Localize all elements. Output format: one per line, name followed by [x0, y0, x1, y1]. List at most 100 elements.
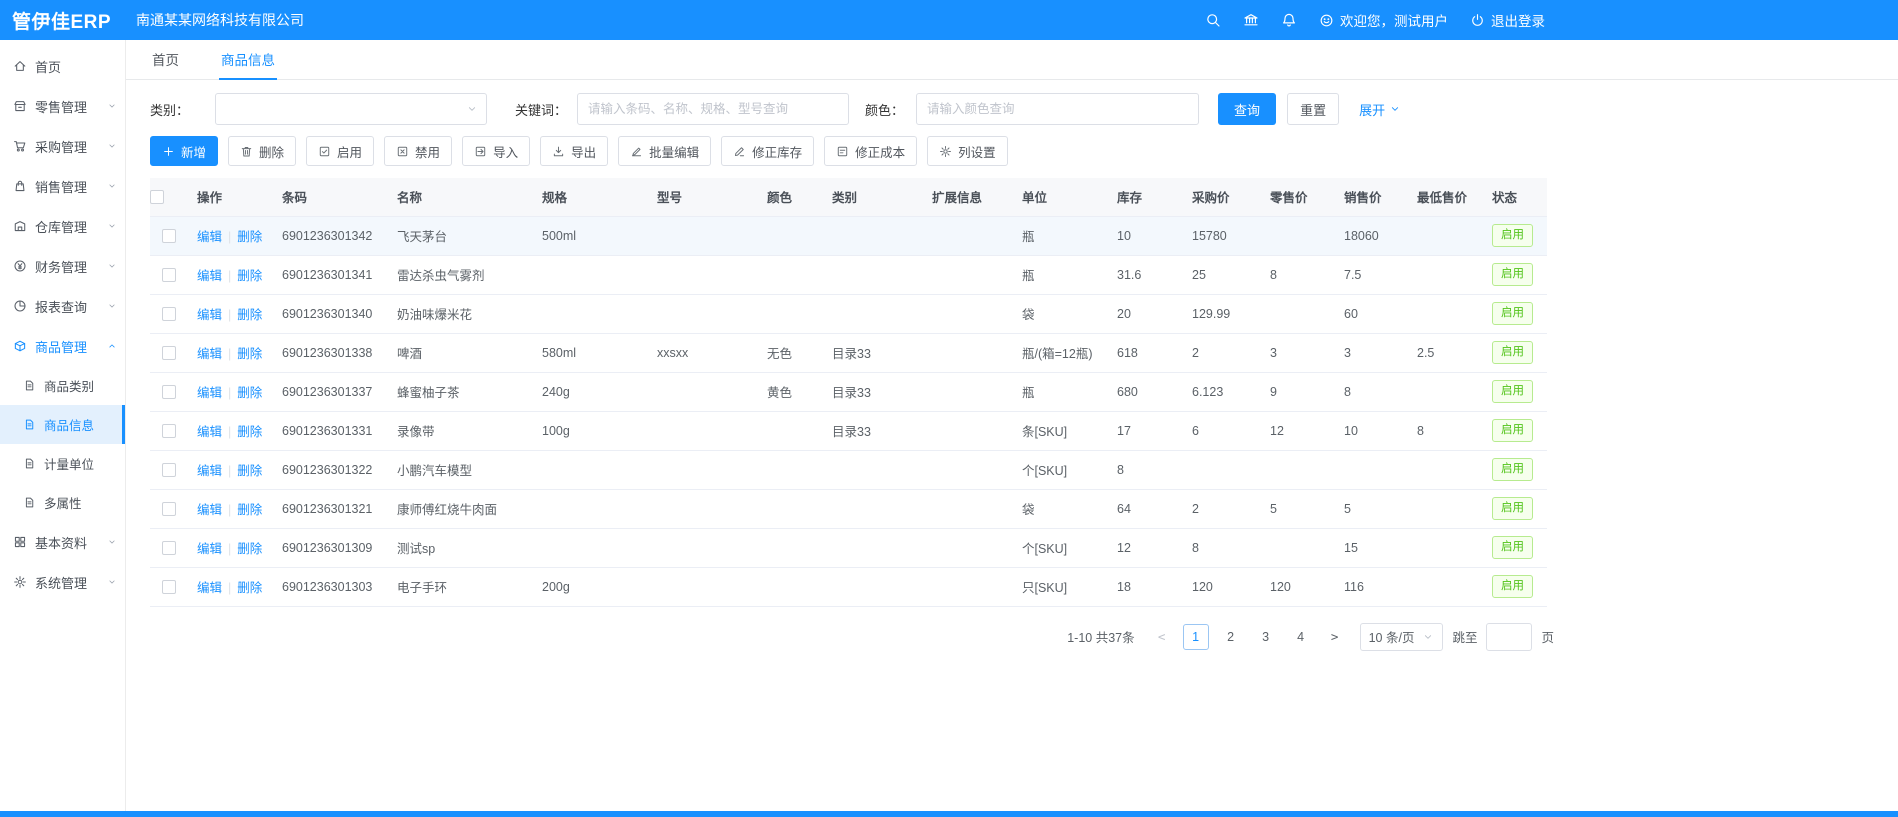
column-header: 扩展信息 — [922, 178, 1012, 216]
prev-page-button[interactable]: < — [1150, 624, 1174, 650]
sidebar-item-base-data[interactable]: 基本资料 — [0, 522, 125, 562]
page-button-4[interactable]: 4 — [1288, 624, 1314, 650]
edit-link[interactable]: 编辑 — [197, 425, 222, 439]
column-settings-button[interactable]: 列设置 — [927, 136, 1008, 166]
welcome-user[interactable]: 欢迎您，测试用户 — [1319, 10, 1448, 30]
column-header: 条码 — [272, 178, 387, 216]
delete-link[interactable]: 删除 — [237, 308, 262, 322]
delete-link[interactable]: 删除 — [237, 347, 262, 361]
tab-home[interactable]: 首页 — [150, 40, 181, 80]
divider: | — [228, 269, 231, 283]
table-cell: 条[SKU] — [1012, 411, 1107, 450]
row-checkbox[interactable] — [162, 502, 176, 516]
sidebar-item-purchase[interactable]: 采购管理 — [0, 126, 125, 166]
category-select[interactable] — [215, 93, 487, 125]
table-cell — [757, 567, 822, 606]
export-button[interactable]: 导出 — [540, 136, 608, 166]
delete-link[interactable]: 删除 — [237, 464, 262, 478]
delete-link[interactable]: 删除 — [237, 269, 262, 283]
main-area: 首页商品信息 类别： 关键词： 颜色： 查询 重置 展开 — [126, 40, 1898, 811]
page-button-2[interactable]: 2 — [1218, 624, 1244, 650]
sidebar-subitem-goods-category[interactable]: 商品类别 — [0, 366, 125, 405]
row-checkbox[interactable] — [162, 268, 176, 282]
column-header: 型号 — [647, 178, 757, 216]
bell-icon[interactable] — [1281, 12, 1297, 28]
bank-icon[interactable] — [1243, 12, 1259, 28]
sidebar-item-system[interactable]: 系统管理 — [0, 562, 125, 602]
row-checkbox[interactable] — [162, 307, 176, 321]
fix-stock-button[interactable]: 修正库存 — [721, 136, 814, 166]
table-cell: 2 — [1182, 333, 1260, 372]
disable-button[interactable]: 禁用 — [384, 136, 452, 166]
keyword-input[interactable] — [577, 93, 849, 125]
delete-link[interactable]: 删除 — [237, 542, 262, 556]
batch-edit-button[interactable]: 批量编辑 — [618, 136, 711, 166]
edit-link[interactable]: 编辑 — [197, 581, 222, 595]
add-button[interactable]: 新增 — [150, 136, 218, 166]
search-icon[interactable] — [1205, 12, 1221, 28]
search-button[interactable]: 查询 — [1218, 93, 1276, 125]
page-size-select[interactable]: 10 条/页 — [1360, 623, 1444, 651]
sidebar-item-retail[interactable]: 零售管理 — [0, 86, 125, 126]
edit-link[interactable]: 编辑 — [197, 230, 222, 244]
goods-icon — [13, 339, 27, 353]
table-cell — [1182, 450, 1260, 489]
row-checkbox[interactable] — [162, 463, 176, 477]
delete-link[interactable]: 删除 — [237, 581, 262, 595]
reset-button[interactable]: 重置 — [1287, 93, 1339, 125]
page-button-3[interactable]: 3 — [1253, 624, 1279, 650]
fix-cost-button[interactable]: 修正成本 — [824, 136, 917, 166]
table-row: 编辑|删除6901236301342飞天茅台500ml瓶101578018060… — [150, 216, 1547, 255]
row-actions: 编辑 | 删除 — [187, 255, 272, 294]
table-cell: 飞天茅台 — [387, 216, 532, 255]
row-checkbox[interactable] — [162, 541, 176, 555]
color-input[interactable] — [916, 93, 1199, 125]
app-logo[interactable]: 管伊佳ERP — [0, 7, 128, 34]
doc-icon — [23, 379, 36, 392]
warehouse-icon — [13, 219, 27, 233]
delete-link[interactable]: 删除 — [237, 386, 262, 400]
edit-link[interactable]: 编辑 — [197, 308, 222, 322]
sidebar-item-home[interactable]: 首页 — [0, 46, 125, 86]
edit-link[interactable]: 编辑 — [197, 386, 222, 400]
edit-link[interactable]: 编辑 — [197, 269, 222, 283]
delete-button[interactable]: 删除 — [228, 136, 296, 166]
table-cell — [757, 489, 822, 528]
table-row: 编辑|删除6901236301303电子手环200g只[SKU]18120120… — [150, 567, 1547, 606]
delete-link[interactable]: 删除 — [237, 503, 262, 517]
tab-goods-info[interactable]: 商品信息 — [219, 40, 277, 80]
expand-link[interactable]: 展开 — [1359, 100, 1401, 119]
delete-link[interactable]: 删除 — [237, 425, 262, 439]
logout-button[interactable]: 退出登录 — [1470, 10, 1545, 30]
edit-link[interactable]: 编辑 — [197, 503, 222, 517]
delete-link[interactable]: 删除 — [237, 230, 262, 244]
row-checkbox[interactable] — [162, 346, 176, 360]
sidebar-subitem-multi-attr[interactable]: 多属性 — [0, 483, 125, 522]
import-button[interactable]: 导入 — [462, 136, 530, 166]
row-checkbox[interactable] — [162, 385, 176, 399]
sidebar-item-label: 仓库管理 — [35, 217, 87, 236]
sidebar-item-warehouse[interactable]: 仓库管理 — [0, 206, 125, 246]
category-label: 类别： — [150, 100, 189, 119]
row-checkbox[interactable] — [162, 580, 176, 594]
sidebar-item-label: 采购管理 — [35, 137, 87, 156]
enable-button[interactable]: 启用 — [306, 136, 374, 166]
row-checkbox[interactable] — [162, 229, 176, 243]
jump-page-input[interactable] — [1486, 623, 1532, 651]
sidebar-subitem-measure-unit[interactable]: 计量单位 — [0, 444, 125, 483]
status-badge: 启用 — [1492, 341, 1533, 364]
table-cell: 6901236301337 — [272, 372, 387, 411]
enable-icon — [318, 145, 331, 158]
page-button-1[interactable]: 1 — [1183, 624, 1209, 650]
row-checkbox[interactable] — [162, 424, 176, 438]
sidebar-item-sales[interactable]: 销售管理 — [0, 166, 125, 206]
sidebar-item-finance[interactable]: 财务管理 — [0, 246, 125, 286]
sidebar-item-goods[interactable]: 商品管理 — [0, 326, 125, 366]
edit-link[interactable]: 编辑 — [197, 464, 222, 478]
sidebar-subitem-goods-info[interactable]: 商品信息 — [0, 405, 125, 444]
next-page-button[interactable]: > — [1323, 624, 1347, 650]
edit-link[interactable]: 编辑 — [197, 542, 222, 556]
edit-link[interactable]: 编辑 — [197, 347, 222, 361]
sidebar-item-report[interactable]: 报表查询 — [0, 286, 125, 326]
select-all-checkbox[interactable] — [150, 190, 164, 204]
